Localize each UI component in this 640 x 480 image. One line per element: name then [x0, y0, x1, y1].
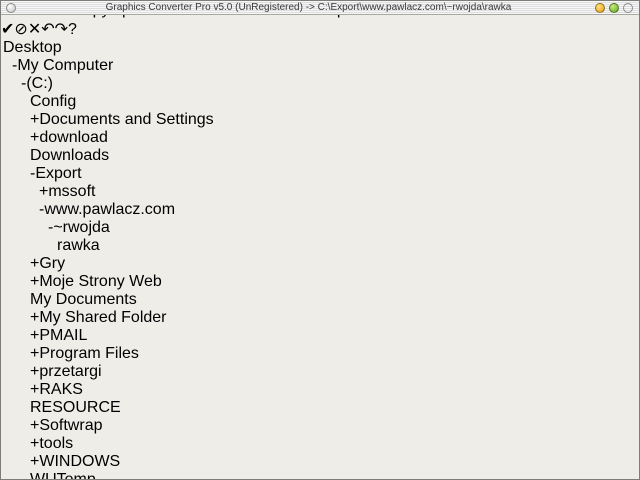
- delete-icon[interactable]: ✕: [28, 21, 41, 38]
- folder-tree-panel: Desktop -My Computer -(C:) Config +Documents…: [1, 39, 639, 480]
- tree-item-export[interactable]: -Export: [1, 165, 639, 183]
- tree-item-label: przetargi: [39, 363, 102, 380]
- expand-icon[interactable]: +: [30, 453, 39, 470]
- tree-item-label: My Documents: [30, 291, 137, 308]
- expand-icon[interactable]: +: [30, 435, 39, 452]
- tree-item-label: Export: [35, 165, 82, 182]
- main-area: Desktop -My Computer -(C:) Config +Documents…: [1, 39, 639, 480]
- expand-icon[interactable]: +: [30, 417, 39, 434]
- tree-item-downloads[interactable]: Downloads: [1, 147, 639, 165]
- expand-icon[interactable]: +: [30, 345, 39, 362]
- expand-icon[interactable]: +: [30, 111, 39, 128]
- tree-item-download[interactable]: +download: [1, 129, 639, 147]
- expand-icon[interactable]: +: [30, 129, 39, 146]
- tree-item-label: Downloads: [30, 147, 110, 164]
- tree-item-label: My Computer: [17, 57, 114, 74]
- tree-item-label: (C:): [26, 75, 53, 92]
- tree-item-label: ~rwojda: [53, 219, 110, 236]
- tree-item-resource[interactable]: RESOURCE: [1, 399, 639, 417]
- tree-item-label: download: [39, 129, 108, 146]
- tree-item-label: mssoft: [48, 183, 96, 200]
- tree-item-wutemp[interactable]: WUTemp: [1, 471, 639, 480]
- block-icon[interactable]: ⊘: [14, 21, 27, 38]
- tree-item-windows[interactable]: +WINDOWS: [1, 453, 639, 471]
- tree-item-my-shared-folder[interactable]: +My Shared Folder: [1, 309, 639, 327]
- app-window: Graphics Converter Pro v5.0 (UnRegistere…: [0, 0, 640, 480]
- tree-item-label: Gry: [39, 255, 66, 272]
- toolbar: ✔⊘✕↶↷?: [1, 19, 639, 39]
- expand-icon[interactable]: +: [30, 273, 39, 290]
- expand-icon[interactable]: +: [30, 363, 39, 380]
- folder-tree: Desktop -My Computer -(C:) Config +Documents…: [1, 39, 639, 480]
- help-icon[interactable]: ?: [68, 21, 77, 38]
- title-bar[interactable]: Graphics Converter Pro v5.0 (UnRegistere…: [1, 1, 639, 15]
- tree-item-label: Desktop: [3, 39, 62, 56]
- tree-item-mssoft[interactable]: +mssoft: [1, 183, 639, 201]
- tree-item-label: Softwrap: [39, 417, 103, 434]
- expand-icon[interactable]: +: [39, 183, 48, 200]
- tree-item--c-[interactable]: -(C:): [1, 75, 639, 93]
- tree-item-my-documents[interactable]: My Documents: [1, 291, 639, 309]
- expand-icon[interactable]: +: [30, 327, 39, 344]
- redo-icon[interactable]: ↷: [55, 21, 68, 38]
- tree-item-tools[interactable]: +tools: [1, 435, 639, 453]
- tree-item-label: My Shared Folder: [39, 309, 167, 326]
- tree-item-raks[interactable]: +RAKS: [1, 381, 639, 399]
- check-icon[interactable]: ✔: [1, 21, 14, 38]
- tree-item-pmail[interactable]: +PMAIL: [1, 327, 639, 345]
- tree-item-desktop[interactable]: Desktop: [1, 39, 639, 57]
- tree-item-label: RESOURCE: [30, 399, 121, 416]
- tree-item-rawka[interactable]: rawka: [1, 237, 639, 255]
- tree-item-label: Documents and Settings: [39, 111, 214, 128]
- tree-item-label: WINDOWS: [39, 453, 121, 470]
- tree-item-label: Config: [30, 93, 77, 110]
- tree-item-label: rawka: [57, 237, 100, 254]
- tree-item-label: WUTemp: [30, 471, 96, 480]
- tree-item-moje-strony-web[interactable]: +Moje Strony Web: [1, 273, 639, 291]
- tree-item-label: Program Files: [39, 345, 139, 362]
- expand-icon[interactable]: +: [30, 381, 39, 398]
- tree-item-label: RAKS: [39, 381, 83, 398]
- close-button[interactable]: [623, 2, 633, 13]
- tree-item--rwojda[interactable]: -~rwojda: [1, 219, 639, 237]
- expand-icon[interactable]: +: [30, 255, 39, 272]
- tree-item-przetargi[interactable]: +przetargi: [1, 363, 639, 381]
- maximize-button[interactable]: [609, 2, 619, 13]
- tree-item-my-computer[interactable]: -My Computer: [1, 57, 639, 75]
- window-controls: [595, 2, 633, 13]
- tree-item-program-files[interactable]: +Program Files: [1, 345, 639, 363]
- tree-item-config[interactable]: Config: [1, 93, 639, 111]
- tree-item-softwrap[interactable]: +Softwrap: [1, 417, 639, 435]
- undo-icon[interactable]: ↶: [41, 21, 54, 38]
- window-title: Graphics Converter Pro v5.0 (UnRegistere…: [105, 2, 512, 13]
- tree-item-label: tools: [39, 435, 74, 452]
- tree-item-label: PMAIL: [39, 327, 88, 344]
- app-icon: [6, 2, 16, 13]
- tree-item-www-pawlacz-com[interactable]: -www.pawlacz.com: [1, 201, 639, 219]
- tree-item-gry[interactable]: +Gry: [1, 255, 639, 273]
- tree-item-label: Moje Strony Web: [39, 273, 162, 290]
- expand-icon[interactable]: +: [30, 309, 39, 326]
- minimize-button[interactable]: [595, 2, 605, 13]
- tree-item-label: www.pawlacz.com: [44, 201, 176, 218]
- tree-item-documents-and-settings[interactable]: +Documents and Settings: [1, 111, 639, 129]
